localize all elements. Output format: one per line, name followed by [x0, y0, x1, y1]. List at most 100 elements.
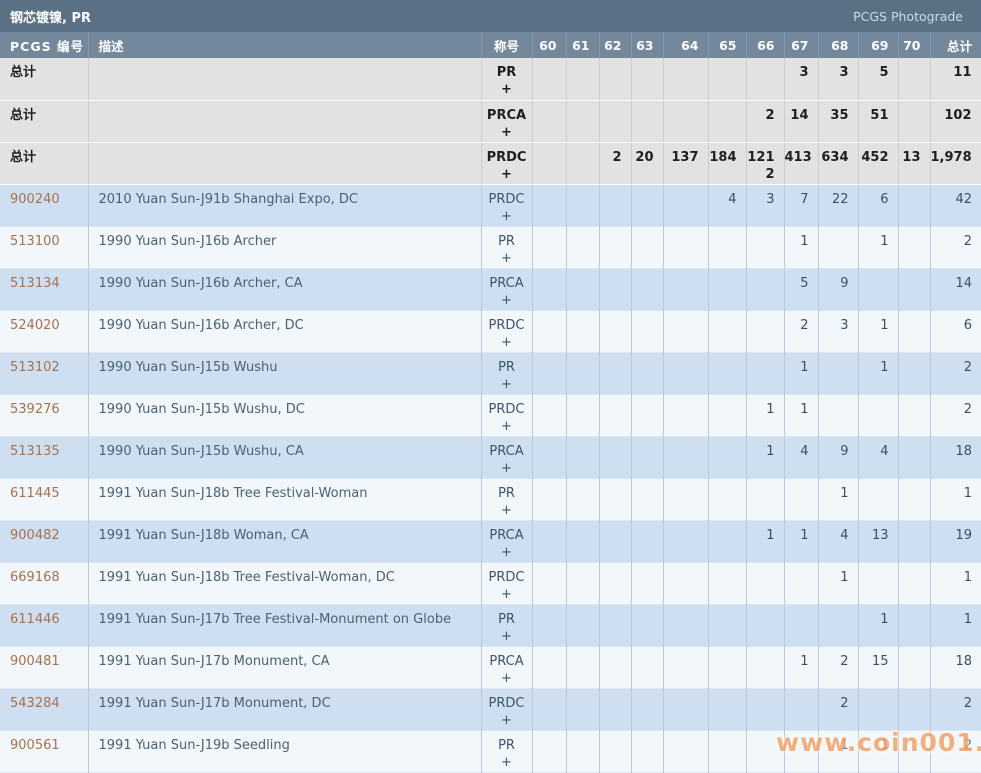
cell-value: 4 — [728, 191, 737, 207]
pcgs-number-link[interactable]: 513100 — [10, 234, 60, 249]
total-cell: 18 — [930, 646, 981, 689]
grade-count-cell: 3 — [818, 310, 859, 353]
cell-plus-value — [632, 376, 654, 393]
cell-value — [709, 737, 737, 754]
summary-label-cell: 总计 — [0, 142, 89, 185]
grade-count-cell — [532, 268, 567, 311]
grade-count-cell — [708, 310, 747, 353]
cell-value: 18 — [955, 653, 972, 669]
cell-value: 19 — [955, 527, 972, 543]
cell-value: 42 — [955, 191, 972, 207]
cell-plus-value — [819, 124, 849, 141]
grade-count-cell — [784, 478, 819, 521]
grade-count-cell — [631, 562, 664, 605]
cell-value — [664, 64, 699, 81]
description-cell: 1991 Yuan Sun-J17b Tree Festival-Monumen… — [88, 604, 482, 647]
cell-plus-value — [819, 418, 849, 435]
grade-count-cell: 1 — [818, 730, 859, 773]
pcgs-number-link[interactable]: 669168 — [10, 570, 60, 585]
cell-plus-value — [632, 544, 654, 561]
cell-plus-value — [899, 502, 921, 519]
cell-plus-value — [567, 712, 590, 729]
grade-count-cell — [708, 100, 747, 143]
pcgs-number-link[interactable]: 539276 — [10, 402, 60, 417]
grade-count-cell — [663, 268, 709, 311]
grade-count-cell — [818, 226, 859, 269]
grade-count-cell — [818, 394, 859, 437]
cell-plus-value — [785, 754, 809, 771]
pcgs-number-link[interactable]: 611445 — [10, 486, 60, 501]
grade-count-cell — [599, 352, 632, 395]
grade-count-cell — [532, 58, 567, 101]
grade-count-cell — [663, 184, 709, 227]
cell-plus-value — [859, 292, 889, 309]
grade-count-cell — [818, 604, 859, 647]
cell-plus-value — [709, 334, 737, 351]
cell-plus-value — [709, 124, 737, 141]
designation-cell: PRDC + — [481, 394, 533, 437]
cell-value — [747, 359, 775, 376]
cell-value — [632, 275, 654, 292]
grade-count-cell — [631, 268, 664, 311]
cell-value: 1 — [800, 527, 809, 543]
grade-count-cell — [566, 730, 600, 773]
cell-value: 452 — [861, 149, 889, 165]
cell-value: 1 — [880, 611, 889, 627]
cell-plus-value — [600, 250, 622, 267]
pcgs-number-link[interactable]: 524020 — [10, 318, 60, 333]
cell-value: PRDC — [488, 695, 525, 711]
cell-value — [567, 527, 590, 544]
cell-plus-value: + — [501, 334, 512, 350]
pcgs-number-link[interactable]: 900561 — [10, 738, 60, 753]
grade-count-cell — [898, 604, 931, 647]
coin-row: 513102 1990 Yuan Sun-J15b Wushu PR +1 1 2 — [0, 352, 981, 395]
pcgs-number-link[interactable]: 900482 — [10, 528, 60, 543]
column-header-pcgs-id: PCGS 编号 — [0, 32, 89, 58]
cell-plus-value — [533, 376, 557, 393]
grade-count-cell — [631, 352, 664, 395]
grade-count-cell: 4 — [858, 436, 899, 479]
cell-plus-value — [899, 544, 921, 561]
grade-count-cell: 1 — [858, 604, 899, 647]
cell-value: PR — [496, 65, 517, 80]
population-table: PCGS 编号 描述 称号 60 61 62 63 64 65 66 67 68 69 70 总计 总计 PR… — [0, 32, 981, 773]
pcgs-number-link[interactable]: 611446 — [10, 612, 60, 627]
grade-count-cell — [663, 100, 709, 143]
cell-value — [709, 107, 737, 124]
grade-count-cell: 2 — [784, 310, 819, 353]
pcgs-photograde-link[interactable]: PCGS Photograde — [853, 9, 963, 24]
cell-plus-value — [747, 81, 775, 98]
grade-count-cell — [532, 100, 567, 143]
description-cell: 1991 Yuan Sun-J18b Woman, CA — [88, 520, 482, 563]
cell-plus-value — [819, 460, 849, 477]
grade-count-cell — [566, 646, 600, 689]
grade-count-cell — [746, 226, 785, 269]
cell-plus-value — [632, 250, 654, 267]
cell-plus-value — [747, 586, 775, 603]
cell-plus-value — [664, 586, 699, 603]
pcgs-number-link[interactable]: 513102 — [10, 360, 60, 375]
grade-count-cell — [818, 352, 859, 395]
cell-value — [709, 401, 737, 418]
cell-value — [709, 611, 737, 628]
pcgs-number-link[interactable]: 513134 — [10, 276, 60, 291]
cell-value — [533, 485, 557, 502]
cell-plus-value — [664, 460, 699, 477]
pcgs-number-link[interactable]: 543284 — [10, 696, 60, 711]
cell-value — [600, 317, 622, 334]
cell-plus-value — [785, 670, 809, 687]
cell-value — [567, 569, 590, 586]
cell-value — [533, 64, 557, 81]
cell-plus-value — [819, 712, 849, 729]
cell-value — [747, 611, 775, 628]
pcgs-number-link[interactable]: 900240 — [10, 192, 60, 207]
pcgs-number-link[interactable]: 513135 — [10, 444, 60, 459]
cell-value — [664, 611, 699, 628]
cell-value: 1 — [766, 443, 775, 459]
cell-plus-value — [931, 544, 973, 561]
pcgs-number-link[interactable]: 900481 — [10, 654, 60, 669]
cell-value — [567, 275, 590, 292]
cell-value — [600, 653, 622, 670]
cell-value: 1 — [963, 485, 972, 501]
grade-count-cell: 1 — [858, 730, 899, 773]
